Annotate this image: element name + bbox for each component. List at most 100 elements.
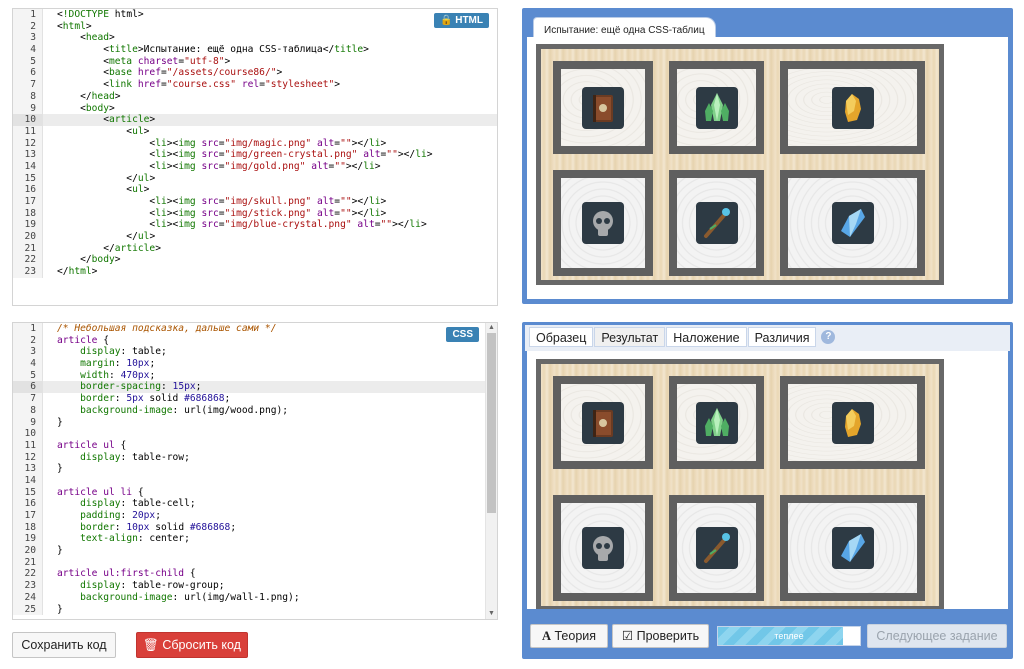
preview-tabs: Образец Результат Наложение Различия ? xyxy=(529,327,836,347)
line-text: border: 10px solid #686868; xyxy=(80,521,237,533)
code-line[interactable]: 2 <html> xyxy=(13,20,497,33)
code-line[interactable]: 18 <li><img src="img/stick.png" alt=""><… xyxy=(13,207,497,220)
line-number: 16 xyxy=(13,184,43,196)
code-line[interactable]: 18 border: 10px solid #686868; xyxy=(13,521,497,534)
line-text: </body> xyxy=(57,254,121,266)
code-line[interactable]: 9} xyxy=(13,416,497,429)
code-line[interactable]: 19 text-align: center; xyxy=(13,533,497,546)
line-number: 22 xyxy=(13,568,43,581)
line-text: <body> xyxy=(57,102,115,114)
code-line[interactable]: 14 xyxy=(13,474,497,487)
code-line[interactable]: 21 xyxy=(13,556,497,569)
code-line[interactable]: 11 article ul { xyxy=(13,439,497,452)
code-line[interactable]: 16 display: table-cell; xyxy=(13,498,497,510)
tab-result[interactable]: Результат xyxy=(594,327,666,347)
css-editor[interactable]: 1/* Небольшая подсказка, дальше сами */2… xyxy=(12,322,498,620)
code-line[interactable]: 21 </article> xyxy=(13,242,497,255)
line-number: 19 xyxy=(13,219,43,232)
line-number: 1 xyxy=(13,9,43,21)
line-text: </ul> xyxy=(57,172,156,184)
code-line[interactable]: 17 <li><img src="img/skull.png" alt=""><… xyxy=(13,196,497,208)
line-number: 10 xyxy=(13,428,43,440)
line-number: 9 xyxy=(13,102,43,115)
code-line[interactable]: 20 </ul> xyxy=(13,231,497,243)
code-line[interactable]: 11 <ul> xyxy=(13,125,497,138)
line-text: } xyxy=(57,416,63,428)
line-text: <title>Испытание: ещё одна CSS-таблица</… xyxy=(57,44,369,56)
line-number: 13 xyxy=(13,463,43,475)
line-number: 14 xyxy=(13,474,43,487)
line-text: </article> xyxy=(57,242,161,254)
line-number: 25 xyxy=(13,603,43,616)
html-editor[interactable]: 1 <!DOCTYPE html> 2 <html> 3 <head> 4 <title>… xyxy=(12,8,498,306)
scrollbar-thumb[interactable] xyxy=(487,333,496,513)
line-number: 22 xyxy=(13,254,43,267)
code-line[interactable]: 5 <meta charset="utf-8"> xyxy=(13,55,497,68)
line-number: 14 xyxy=(13,160,43,173)
check-button[interactable]: ☑ Проверить xyxy=(612,624,709,648)
table-cell xyxy=(553,376,653,469)
code-line[interactable]: 23 </html> xyxy=(13,266,497,278)
code-line[interactable]: 8 background-image: url(img/wood.png); xyxy=(13,404,497,417)
save-code-button[interactable]: Сохранить код xyxy=(12,632,116,658)
code-line[interactable]: 13 <li><img src="img/green-crystal.png" … xyxy=(13,149,497,161)
code-line[interactable]: 22 article ul:first-child { xyxy=(13,568,497,581)
theory-button[interactable]: A Теория xyxy=(530,624,608,648)
code-line[interactable]: 10 xyxy=(13,428,497,440)
next-task-button[interactable]: Следующее задание xyxy=(867,624,1007,648)
code-line[interactable]: 3 <head> xyxy=(13,32,497,45)
code-line[interactable]: 7 border: 5px solid #686868; xyxy=(13,393,497,405)
code-line[interactable]: 25} xyxy=(13,603,497,616)
line-number: 24 xyxy=(13,591,43,604)
line-text xyxy=(43,428,57,440)
trash-icon: 🗑 xyxy=(143,638,159,652)
code-line[interactable]: 2 article { xyxy=(13,334,497,347)
code-line[interactable]: 15 </ul> xyxy=(13,172,497,185)
css-badge: CSS xyxy=(446,327,479,342)
code-line[interactable]: 6 border-spacing: 15px; xyxy=(13,381,497,394)
code-line[interactable]: 22 </body> xyxy=(13,254,497,267)
code-line[interactable]: 14 <li><img src="img/gold.png" alt=""></… xyxy=(13,160,497,173)
tab-overlay[interactable]: Наложение xyxy=(666,327,747,347)
code-line[interactable]: 20} xyxy=(13,545,497,557)
code-line[interactable]: 10 <article> xyxy=(13,114,497,126)
help-icon[interactable]: ? xyxy=(821,330,836,344)
code-line[interactable]: 19 <li><img src="img/blue-crystal.png" a… xyxy=(13,219,497,232)
code-line[interactable]: 15 article ul li { xyxy=(13,486,497,499)
code-line[interactable]: 17 padding: 20px; xyxy=(13,510,497,522)
code-line[interactable]: 23 display: table-row-group; xyxy=(13,580,497,592)
font-icon: A xyxy=(541,629,551,643)
tab-diff[interactable]: Различия xyxy=(747,327,817,347)
line-text: } xyxy=(57,463,63,475)
line-text: <ul> xyxy=(57,125,150,137)
css-scrollbar[interactable]: ▲ ▼ xyxy=(485,323,497,619)
code-line[interactable]: 9 <body> xyxy=(13,102,497,115)
code-line[interactable]: 16 <ul> xyxy=(13,184,497,196)
css-code-lines: 1/* Небольшая подсказка, дальше сами */2… xyxy=(13,323,497,616)
code-line[interactable]: 12 <li><img src="img/magic.png" alt=""><… xyxy=(13,137,497,150)
code-line[interactable]: 5 width: 470px; xyxy=(13,369,497,382)
line-text: <li><img src="img/blue-crystal.png" alt=… xyxy=(57,219,427,231)
code-line[interactable]: 13} xyxy=(13,463,497,475)
gold-nugget-icon xyxy=(831,401,874,444)
code-line[interactable]: 1 <!DOCTYPE html> xyxy=(13,9,497,21)
code-line[interactable]: 1 /* Небольшая подсказка, дальше сами */ xyxy=(13,323,497,335)
line-text: article ul li { xyxy=(57,486,144,498)
scroll-up-icon[interactable]: ▲ xyxy=(486,323,497,333)
code-line[interactable]: 7 <link href="course.css" rel="styleshee… xyxy=(13,79,497,91)
progress-label: теплее xyxy=(774,631,804,641)
scroll-down-icon[interactable]: ▼ xyxy=(486,609,497,619)
code-line[interactable]: 6 <base href="/assets/course86/"> xyxy=(13,67,497,80)
line-text: <li><img src="img/green-crystal.png" alt… xyxy=(57,149,433,161)
code-line[interactable]: 4 margin: 10px; xyxy=(13,358,497,370)
tab-sample[interactable]: Образец xyxy=(529,327,594,347)
line-text xyxy=(43,475,57,487)
line-text: text-align: center; xyxy=(80,533,190,545)
line-number: 23 xyxy=(13,580,43,592)
code-line[interactable]: 3 display: table; xyxy=(13,346,497,359)
code-line[interactable]: 12 display: table-row; xyxy=(13,451,497,464)
code-line[interactable]: 24 background-image: url(img/wall-1.png)… xyxy=(13,591,497,604)
code-line[interactable]: 8 </head> xyxy=(13,90,497,103)
reset-code-button[interactable]: 🗑 Сбросить код xyxy=(136,632,248,658)
code-line[interactable]: 4 <title>Испытание: ещё одна CSS-таблица… xyxy=(13,44,497,56)
